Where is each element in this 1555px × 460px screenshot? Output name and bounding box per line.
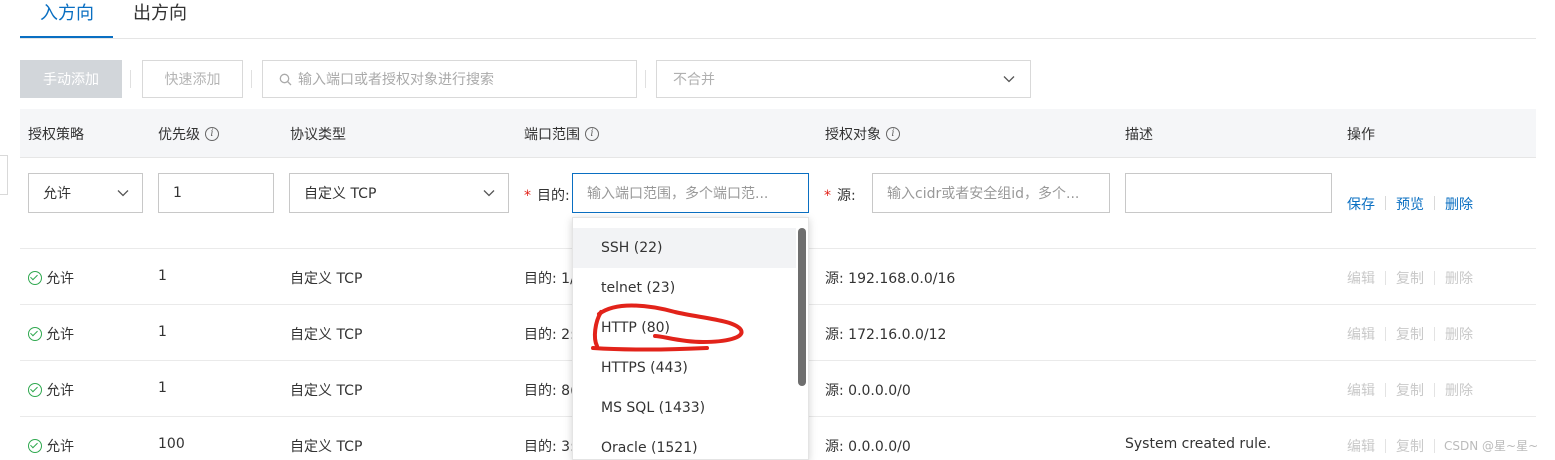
source-label: * 源: [824, 188, 856, 204]
source-cell: 源: 192.168.0.0/16 [825, 271, 956, 287]
priority-input[interactable]: 1 [158, 173, 274, 213]
tabs-divider [20, 38, 1536, 39]
chevron-down-icon [1003, 76, 1015, 83]
col-port-range: 端口范围 i [524, 124, 599, 144]
toolbar-separator [645, 70, 646, 88]
dropdown-option[interactable]: MS SQL (1433) [573, 388, 796, 428]
check-circle-icon [28, 271, 42, 285]
priority-value: 1 [173, 185, 182, 201]
source-placeholder: 输入cidr或者安全组id，多个... [887, 186, 1080, 202]
table-header [20, 109, 1536, 158]
watermark: CSDN @星~星~ [1444, 439, 1539, 453]
merge-select-value: 不合并 [673, 72, 715, 88]
edit-link[interactable]: 编辑 [1347, 380, 1375, 400]
toolbar-separator [251, 70, 252, 88]
link-separator [1434, 271, 1435, 285]
port-cell: 目的: 2: [524, 327, 575, 343]
port-cell: 目的: 8( [524, 383, 576, 399]
col-policy: 授权策略 [28, 127, 84, 143]
link-separator [1385, 196, 1386, 210]
link-separator [1434, 327, 1435, 341]
port-cell: 目的: 1/ [524, 271, 575, 287]
save-link[interactable]: 保存 [1347, 194, 1375, 214]
chevron-down-icon [117, 190, 129, 197]
priority-cell: 1 [158, 324, 167, 340]
link-separator [1385, 439, 1386, 453]
copy-link[interactable]: 复制 [1396, 436, 1424, 456]
protocol-cell: 自定义 TCP [290, 439, 363, 455]
policy-select-value: 允许 [43, 186, 71, 202]
link-separator [1434, 196, 1435, 210]
link-separator [1434, 439, 1435, 453]
port-cell: 目的: 3: [524, 439, 575, 455]
tab-outbound[interactable]: 出方向 [133, 0, 187, 38]
red-highlight-annotation [591, 303, 744, 352]
search-icon [279, 73, 292, 85]
dest-label: * 目的: [524, 188, 570, 204]
edit-link[interactable]: 编辑 [1347, 268, 1375, 288]
merge-select[interactable]: 不合并 [656, 60, 1031, 98]
col-auth-object: 授权对象 i [825, 124, 900, 144]
description-input[interactable] [1125, 173, 1332, 213]
col-protocol: 协议类型 [290, 127, 346, 143]
check-circle-icon [28, 383, 42, 397]
priority-cell: 100 [158, 436, 185, 452]
copy-link[interactable]: 复制 [1396, 324, 1424, 344]
info-icon[interactable]: i [585, 127, 599, 141]
source-cell: 源: 0.0.0.0/0 [825, 439, 911, 455]
search-input[interactable]: 输入端口或者授权对象进行搜索 [262, 60, 637, 98]
policy-select[interactable]: 允许 [28, 173, 143, 213]
dropdown-option[interactable]: Oracle (1521) [573, 428, 796, 459]
description-cell: System created rule. [1125, 436, 1272, 452]
policy-cell: 允许 [28, 324, 74, 344]
chevron-down-icon [483, 190, 495, 197]
edit-link[interactable]: 编辑 [1347, 324, 1375, 344]
delete-link[interactable]: 删除 [1445, 380, 1473, 400]
delete-link[interactable]: 删除 [1445, 324, 1473, 344]
link-separator [1434, 383, 1435, 397]
edit-link[interactable]: 编辑 [1347, 436, 1375, 456]
check-circle-icon [28, 439, 42, 453]
dropdown-scrollbar[interactable] [798, 228, 806, 386]
source-input[interactable]: 输入cidr或者安全组id，多个... [872, 173, 1110, 213]
priority-cell: 1 [158, 268, 167, 284]
side-collapse-handle[interactable] [0, 155, 8, 195]
link-separator [1385, 327, 1386, 341]
protocol-select-value: 自定义 TCP [304, 186, 377, 202]
col-description: 描述 [1125, 127, 1153, 143]
info-icon[interactable]: i [886, 127, 900, 141]
protocol-cell: 自定义 TCP [290, 271, 363, 287]
port-range-placeholder: 输入端口范围，多个端口范... [587, 186, 769, 202]
copy-link[interactable]: 复制 [1396, 380, 1424, 400]
source-cell: 源: 0.0.0.0/0 [825, 383, 911, 399]
manual-add-button[interactable]: 手动添加 [20, 60, 122, 98]
protocol-select[interactable]: 自定义 TCP [289, 173, 509, 213]
dropdown-option[interactable]: SSH (22) [573, 228, 796, 268]
priority-cell: 1 [158, 380, 167, 396]
col-actions: 操作 [1347, 127, 1375, 143]
check-circle-icon [28, 327, 42, 341]
preview-link[interactable]: 预览 [1396, 194, 1424, 214]
col-priority: 优先级 i [158, 124, 219, 144]
link-separator [1385, 271, 1386, 285]
delete-link[interactable]: 删除 [1445, 268, 1473, 288]
quick-add-button[interactable]: 快速添加 [142, 60, 243, 98]
port-range-input[interactable]: 输入端口范围，多个端口范... [572, 173, 809, 213]
policy-cell: 允许 [28, 268, 74, 288]
toolbar-separator [130, 70, 131, 88]
search-placeholder: 输入端口或者授权对象进行搜索 [298, 72, 494, 88]
tab-inbound[interactable]: 入方向 [40, 0, 94, 38]
delete-link[interactable]: 删除 [1445, 194, 1473, 214]
protocol-cell: 自定义 TCP [290, 383, 363, 399]
info-icon[interactable]: i [205, 127, 219, 141]
protocol-cell: 自定义 TCP [290, 327, 363, 343]
copy-link[interactable]: 复制 [1396, 268, 1424, 288]
source-cell: 源: 172.16.0.0/12 [825, 327, 947, 343]
link-separator [1385, 383, 1386, 397]
policy-cell: 允许 [28, 380, 74, 400]
policy-cell: 允许 [28, 436, 74, 456]
